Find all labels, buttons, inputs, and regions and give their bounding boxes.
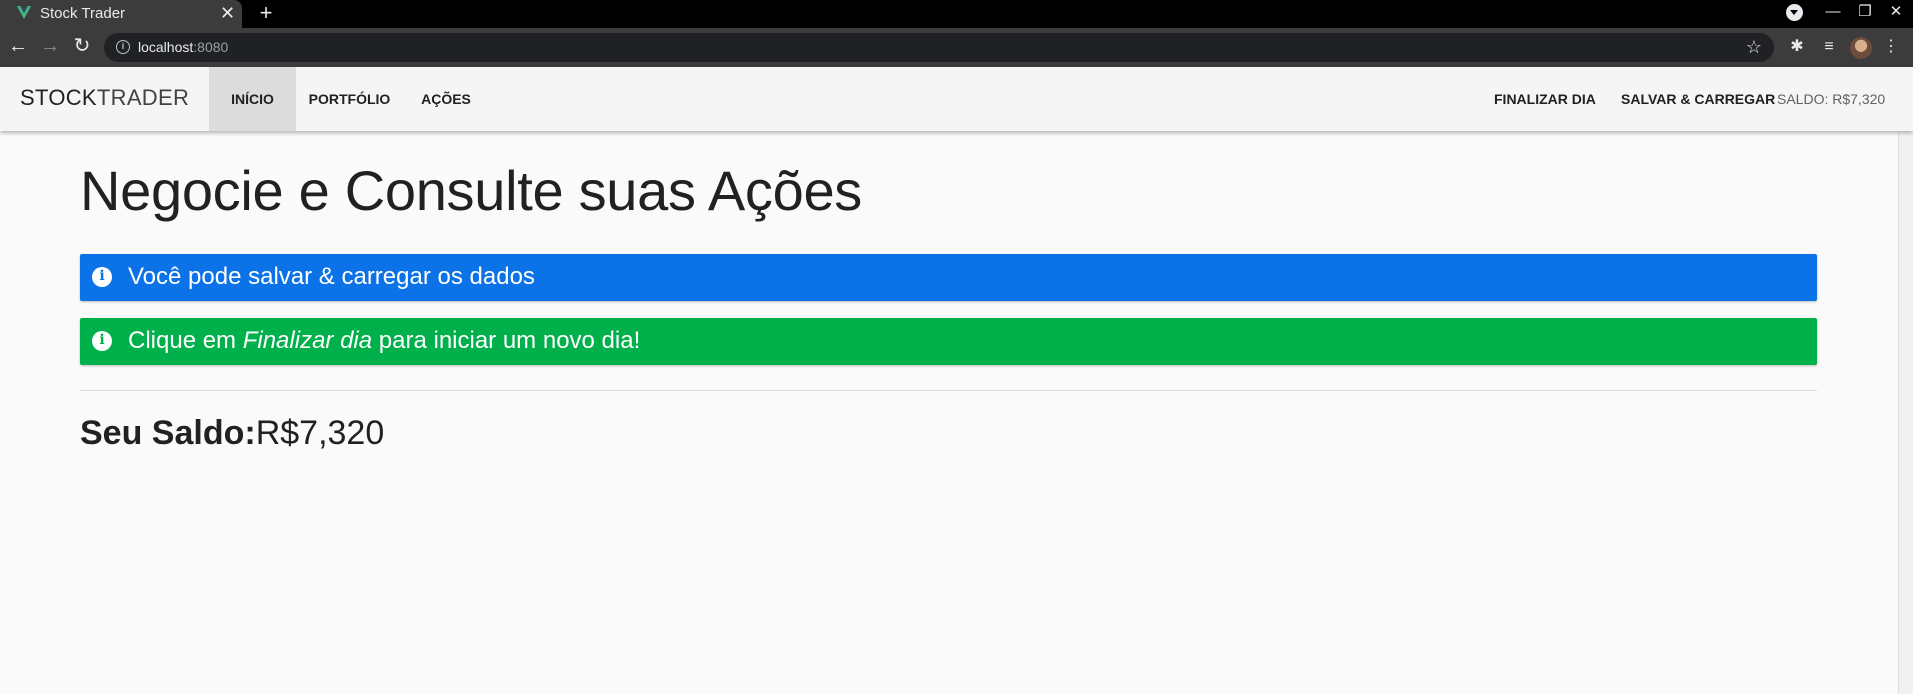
browser-tab[interactable]: Stock Trader ✕ <box>0 0 242 28</box>
success-alert-text: Clique em Finalizar dia para iniciar um … <box>128 327 640 355</box>
brand-logo[interactable]: STOCKTRADER <box>20 85 189 111</box>
back-icon[interactable]: ← <box>7 35 29 57</box>
success-prefix: Clique em <box>128 327 243 354</box>
nav-link-acoes[interactable]: AÇÕES <box>403 67 489 131</box>
media-queue-icon[interactable]: ≡ <box>1818 36 1840 58</box>
site-info-icon[interactable]: i <box>116 40 130 54</box>
success-emphasis: Finalizar dia <box>242 327 373 354</box>
navbar-balance: SALDO: R$7,320 <box>1777 91 1886 107</box>
browser-toolbar: ← → ↻ i localhost:8080 ☆ ✱ ≡ ⋮ <box>0 28 1913 67</box>
restore-icon[interactable]: ❐ <box>1855 2 1875 22</box>
save-load-menu[interactable]: SALVAR & CARREGAR <box>1621 67 1775 131</box>
minimize-icon[interactable]: — <box>1823 2 1843 22</box>
page-title: Negocie e Consulte suas Ações <box>80 159 862 222</box>
brand-light: TRADER <box>96 85 190 110</box>
tab-close-icon[interactable]: ✕ <box>220 3 235 23</box>
success-suffix: para iniciar um novo dia! <box>372 327 641 354</box>
window-close-icon[interactable]: ✕ <box>1886 2 1906 22</box>
info-icon-glyph: i <box>99 268 105 284</box>
nav-link-inicio[interactable]: INÍCIO <box>209 67 296 131</box>
end-day-button[interactable]: FINALIZAR DIA <box>1494 67 1596 131</box>
balance-value: R$7,320 <box>255 414 385 452</box>
info-icon: i <box>92 267 112 287</box>
tab-title: Stock Trader <box>40 5 126 22</box>
bookmark-star-icon[interactable]: ☆ <box>1746 36 1762 58</box>
balance-label: Seu Saldo: <box>80 414 256 452</box>
success-alert: i Clique em Finalizar dia para iniciar u… <box>80 318 1817 365</box>
extensions-icon[interactable]: ✱ <box>1786 36 1808 58</box>
balance-display: Seu Saldo:R$7,320 <box>80 414 384 453</box>
url-port: :8080 <box>193 39 229 55</box>
profile-avatar[interactable] <box>1850 37 1872 59</box>
scrollbar[interactable] <box>1898 67 1913 694</box>
app-navbar: STOCKTRADER INÍCIO PORTFÓLIO AÇÕES FINAL… <box>0 67 1913 131</box>
nav-link-portfolio[interactable]: PORTFÓLIO <box>296 67 403 131</box>
address-bar[interactable]: i localhost:8080 ☆ <box>104 33 1774 62</box>
vue-logo-icon <box>17 6 31 19</box>
info-icon: i <box>92 331 112 351</box>
divider <box>80 390 1817 391</box>
browser-tabstrip: Stock Trader ✕ + — ❐ ✕ <box>0 0 1913 28</box>
forward-icon[interactable]: → <box>39 35 61 57</box>
info-alert-text: Você pode salvar & carregar os dados <box>128 263 535 290</box>
new-tab-icon[interactable]: + <box>256 1 276 25</box>
browser-menu-icon[interactable]: ⋮ <box>1880 36 1902 58</box>
brand-bold: STOCK <box>20 85 97 110</box>
url-text: localhost:8080 <box>138 39 228 55</box>
info-alert: i Você pode salvar & carregar os dados <box>80 254 1817 301</box>
info-icon-glyph: i <box>99 332 105 348</box>
tab-search-icon[interactable] <box>1786 4 1803 21</box>
url-host: localhost <box>138 39 194 55</box>
reload-icon[interactable]: ↻ <box>71 35 93 57</box>
